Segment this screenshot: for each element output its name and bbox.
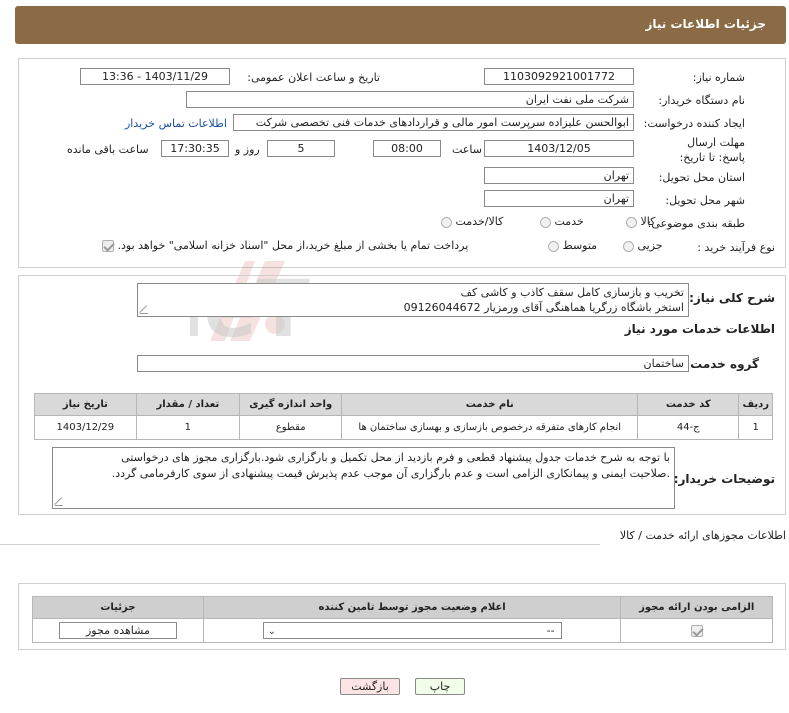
service-group-label: گروه خدمت: <box>685 357 759 371</box>
col-header-code: کد خدمت <box>637 393 740 416</box>
process-option-label: جزیی <box>637 239 663 252</box>
radio-icon[interactable] <box>548 240 559 252</box>
permits-table: الزامی بودن ارائه مجوز اعلام وضعیت مجوز … <box>32 596 773 643</box>
services-table: ردیف کد خدمت نام خدمت واحد اندازه گیری ت… <box>34 393 773 440</box>
page-title: جزئیات اطلاعات نیاز <box>645 17 766 31</box>
category-label: طبقه بندی موضوعی: <box>647 217 745 230</box>
buyer-notes-textarea[interactable]: با توجه به شرح خدمات جدول پیشنهاد قطعی و… <box>52 447 675 509</box>
remaining-time-field: 17:30:35 <box>161 140 229 157</box>
cell-name: انجام کارهای متفرقه درخصوص بازسازی و بهس… <box>341 415 639 440</box>
col-header-required: الزامی بودن ارائه مجوز <box>620 596 773 619</box>
cell-code: ج-44 <box>637 415 740 440</box>
buyer-label: نام دستگاه خریدار: <box>658 94 745 107</box>
need-number-label: شماره نیاز: <box>692 71 745 84</box>
table-row: 1 ج-44 انجام کارهای متفرقه درخصوص بازساز… <box>34 415 773 440</box>
city-label: شهر محل تحویل: <box>665 194 745 207</box>
service-group-field: ساختمان <box>137 355 689 372</box>
cell-date: 1403/12/29 <box>34 415 137 440</box>
permit-status-select[interactable]: -- ⌄ <box>262 622 562 639</box>
col-header-date: تاریخ نیاز <box>34 393 137 416</box>
cell-details: مشاهده مجوز <box>32 618 204 643</box>
days-field: 5 <box>267 140 335 157</box>
creator-label: ایجاد کننده درخواست: <box>643 117 745 130</box>
cell-required <box>620 618 773 643</box>
cell-status: -- ⌄ <box>202 618 622 643</box>
process-option-label: متوسط <box>562 239 598 252</box>
buyer-notes-label: توضیحات خریدار: <box>673 472 775 486</box>
city-field: تهران <box>484 190 634 207</box>
creator-field: ابوالحسن علیزاده سرپرست امور مالی و قرار… <box>233 114 634 131</box>
deadline-time-field: 08:00 <box>373 140 441 157</box>
process-radio-minor[interactable]: جزیی <box>623 239 663 252</box>
payment-note-label: پرداخت تمام یا بخشی از مبلغ خرید،از محل … <box>117 239 469 252</box>
process-label: نوع فرآیند خرید : <box>697 241 775 254</box>
buyer-notes-line-1: با توجه به شرح خدمات جدول پیشنهاد قطعی و… <box>121 451 670 464</box>
col-header-row: ردیف <box>738 393 773 416</box>
category-radio-service[interactable]: خدمت <box>540 215 584 228</box>
resize-handle-icon[interactable] <box>55 498 63 506</box>
col-header-details: جزئیات <box>32 596 204 619</box>
cell-row: 1 <box>738 415 773 440</box>
payment-treasury-option[interactable]: پرداخت تمام یا بخشی از مبلغ خرید،از محل … <box>102 239 468 252</box>
checkbox-icon[interactable] <box>102 240 114 252</box>
cell-quantity: 1 <box>135 415 241 440</box>
category-option-label: خدمت <box>554 215 584 228</box>
days-label: روز و <box>235 143 260 156</box>
deadline-label: مهلت ارسال پاسخ: تا تاریخ: <box>679 136 745 164</box>
header-bar: جزئیات اطلاعات نیاز <box>15 6 786 44</box>
buyer-notes-line-2: .صلاحیت ایمنی و پیمانکاری الزامی است و ع… <box>111 467 670 480</box>
province-field: تهران <box>484 167 634 184</box>
contact-buyer-link[interactable]: اطلاعات تماس خریدار <box>125 116 227 131</box>
col-header-quantity: تعداد / مقدار <box>135 393 241 416</box>
col-header-name: نام خدمت <box>341 393 639 416</box>
services-section-title: اطلاعات خدمات مورد نیاز <box>624 322 775 336</box>
col-header-unit: واحد اندازه گیری <box>239 393 343 416</box>
cell-unit: مقطوع <box>239 415 343 440</box>
radio-icon[interactable] <box>623 240 634 252</box>
col-header-status: اعلام وضعیت مجوز توسط تامین کننده <box>202 596 622 619</box>
permits-section-title: اطلاعات مجوزهای ارائه خدمت / کالا <box>619 529 786 542</box>
radio-icon[interactable] <box>441 216 452 228</box>
process-radio-medium[interactable]: متوسط <box>548 239 597 252</box>
description-textarea[interactable]: تخریب و بازسازی کامل سقف کاذب و کاشی کف … <box>137 283 689 317</box>
deadline-date-field: 1403/12/05 <box>484 140 634 157</box>
permit-status-value: -- <box>546 624 555 637</box>
chevron-down-icon: ⌄ <box>267 626 277 637</box>
table-header-row: الزامی بودن ارائه مجوز اعلام وضعیت مجوز … <box>32 596 773 619</box>
print-button[interactable]: چاپ <box>415 678 465 695</box>
category-option-label: کالا/خدمت <box>455 215 504 228</box>
announce-label: تاریخ و ساعت اعلان عمومی: <box>247 71 380 84</box>
deadline-time-label: ساعت <box>452 143 482 156</box>
category-radio-goods[interactable]: کالا <box>626 215 655 228</box>
remaining-label: ساعت باقی مانده <box>67 143 149 156</box>
category-radio-goods-service[interactable]: کالا/خدمت <box>441 215 503 228</box>
checkbox-icon <box>690 624 703 637</box>
description-line-1: تخریب و بازسازی کامل سقف کاذب و کاشی کف <box>460 286 684 299</box>
need-number-field: 1103092921001772 <box>484 68 634 85</box>
buyer-field: شرکت ملی نفت ایران <box>186 91 634 108</box>
description-label: شرح کلی نیاز: <box>689 291 775 305</box>
table-header-row: ردیف کد خدمت نام خدمت واحد اندازه گیری ت… <box>34 393 773 416</box>
resize-handle-icon[interactable] <box>140 306 148 314</box>
radio-icon[interactable] <box>626 216 637 228</box>
category-option-label: کالا <box>640 215 656 228</box>
permits-divider <box>0 544 600 545</box>
province-label: استان محل تحویل: <box>658 171 745 184</box>
announce-field: 1403/11/29 - 13:36 <box>80 68 230 85</box>
description-line-2: استخر باشگاه زرگریا هماهنگی آقای ورمزیار… <box>403 301 684 314</box>
radio-icon[interactable] <box>540 216 551 228</box>
view-permit-button[interactable]: مشاهده مجوز <box>58 622 177 639</box>
back-button[interactable]: بازگشت <box>340 678 400 695</box>
table-row: -- ⌄ مشاهده مجوز <box>32 618 773 643</box>
